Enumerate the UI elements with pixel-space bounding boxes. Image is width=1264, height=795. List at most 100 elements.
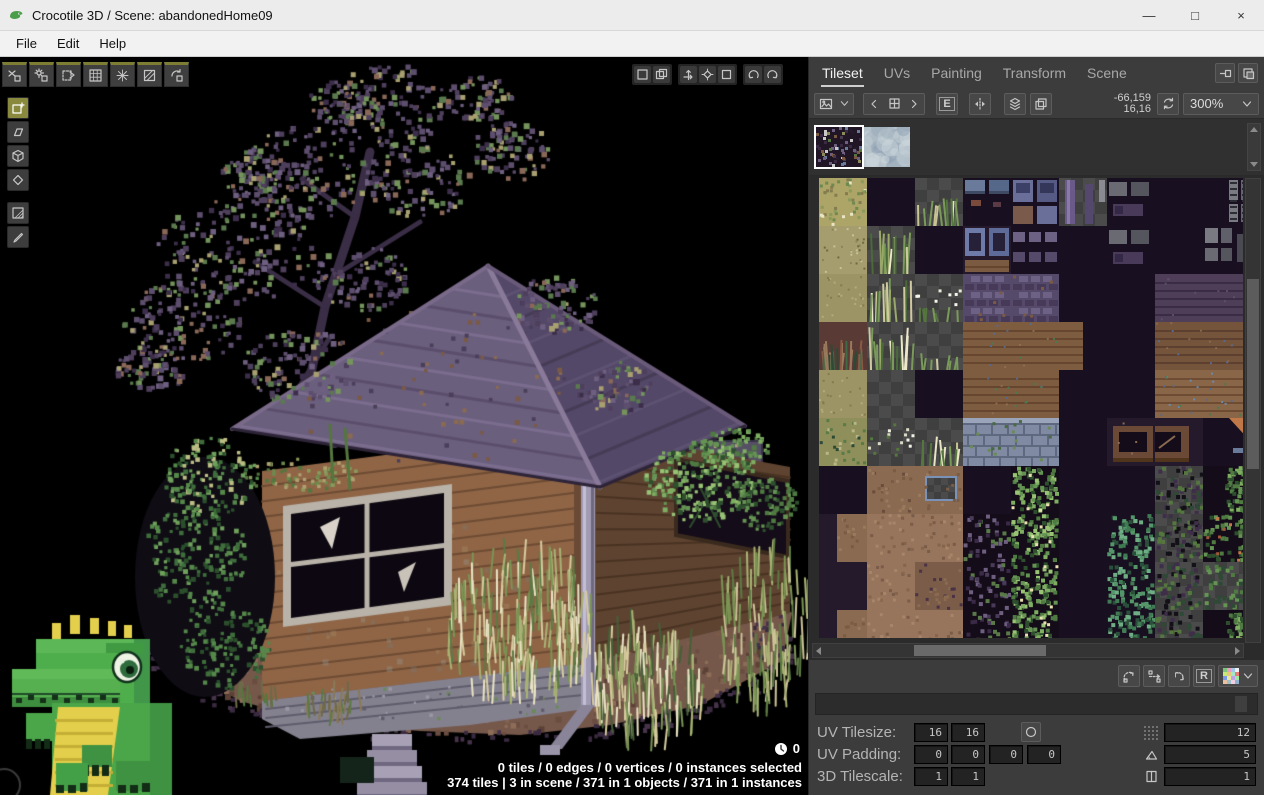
tile-hatch-button[interactable]: [137, 62, 162, 87]
uv-padding-4-field[interactable]: 0: [1027, 745, 1061, 764]
maximize-button[interactable]: □: [1172, 0, 1218, 30]
status-overlay: 0 tiles / 0 edges / 0 vertices / 0 insta…: [447, 760, 802, 790]
tileset-nav-group: [863, 93, 925, 115]
rotate-tile-x-button[interactable]: [1118, 665, 1140, 687]
tile-burst-button[interactable]: [110, 62, 135, 87]
add-tile-tool[interactable]: [7, 97, 29, 119]
uv-padding-2-field[interactable]: 0: [951, 745, 985, 764]
tab-uvs[interactable]: UVs: [883, 59, 911, 87]
image-icon: [819, 97, 833, 111]
rotate-tile-z-button[interactable]: [1168, 665, 1190, 687]
translate-button[interactable]: [680, 66, 697, 83]
layer-count-field[interactable]: 1: [1164, 767, 1256, 786]
dock-panel-button[interactable]: [1238, 63, 1258, 83]
tileset-horizontal-scrollbar[interactable]: [812, 643, 1244, 658]
zoom-select[interactable]: 300%: [1183, 93, 1259, 115]
history-indicator: 0: [774, 741, 800, 756]
tileset-grid-button[interactable]: [884, 94, 904, 114]
tile-paste-button[interactable]: [56, 62, 81, 87]
tileset-thumbnail-2[interactable]: [864, 127, 910, 167]
pin-panel-button[interactable]: [1215, 63, 1235, 83]
view-toolbar: [632, 64, 783, 85]
layers-button[interactable]: [1004, 93, 1026, 115]
tileset-vertical-scrollbar[interactable]: [1245, 178, 1261, 643]
coord-x: -66,159: [1114, 93, 1151, 104]
rotate-tile-y-button[interactable]: [1143, 665, 1165, 687]
history-count: 0: [793, 741, 800, 756]
uv-tilesize-x-field[interactable]: 16: [914, 723, 948, 742]
tab-tileset[interactable]: Tileset: [821, 59, 864, 87]
tab-transform[interactable]: Transform: [1002, 59, 1067, 87]
tile-light-button[interactable]: [29, 62, 54, 87]
horizontal-scroll-thumb[interactable]: [914, 645, 1046, 656]
tilescale-label: 3D Tilescale:: [817, 768, 914, 785]
tile-rotate-button[interactable]: [164, 62, 189, 87]
clock-icon: [774, 742, 788, 756]
close-button[interactable]: ×: [1218, 0, 1264, 30]
primitive-toolbar: [7, 97, 29, 248]
tile-options-toolbar: [2, 62, 189, 87]
select-object-button[interactable]: [653, 66, 670, 83]
angle-snap-field[interactable]: 5: [1164, 745, 1256, 764]
scale-button[interactable]: [699, 66, 716, 83]
scene-status: 374 tiles | 3 in scene / 371 in 1 object…: [447, 775, 802, 790]
tileset-image-menu-button[interactable]: [814, 93, 854, 115]
palette-menu-button[interactable]: [1218, 665, 1258, 687]
tileset-view[interactable]: [809, 176, 1264, 660]
tile-transform-toolbar: R: [809, 660, 1264, 692]
scroll-down-arrow[interactable]: [1250, 162, 1258, 167]
tileset-canvas[interactable]: [819, 178, 1243, 638]
menu-help[interactable]: Help: [89, 33, 136, 54]
menu-edit[interactable]: Edit: [47, 33, 89, 54]
edit-label: E: [939, 97, 954, 111]
scroll-up-arrow[interactable]: [1250, 127, 1258, 132]
next-tileset-button[interactable]: [904, 94, 924, 114]
scene-viewport[interactable]: 0 0 tiles / 0 edges / 0 vertices / 0 ins…: [0, 57, 808, 795]
angle-icon: [1144, 747, 1159, 762]
thumbnail-scrollbar[interactable]: [1247, 123, 1261, 171]
palette-icon: [1223, 668, 1239, 684]
menu-file[interactable]: File: [6, 33, 47, 54]
select-face-button[interactable]: [634, 66, 651, 83]
minimize-button[interactable]: —: [1126, 0, 1172, 30]
panel-tabs: Tileset UVs Painting Transform Scene: [809, 57, 1264, 89]
cube-tool[interactable]: [7, 145, 29, 167]
duplicate-button[interactable]: [1030, 93, 1052, 115]
edit-tileset-button[interactable]: E: [936, 93, 958, 115]
pencil-tool[interactable]: [7, 226, 29, 248]
chevron-down-icon: [840, 99, 849, 108]
scroll-right-arrow[interactable]: [1235, 647, 1240, 655]
grid-size-field[interactable]: 12: [1164, 723, 1256, 742]
vertical-scroll-thumb[interactable]: [1247, 279, 1259, 469]
uv-padding-1-field[interactable]: 0: [914, 745, 948, 764]
scene-canvas[interactable]: [0, 57, 808, 795]
info-bar-nub: [1235, 696, 1247, 712]
quad-tool[interactable]: [7, 121, 29, 143]
tab-scene[interactable]: Scene: [1086, 59, 1128, 87]
tileset-thumbnail-1[interactable]: [816, 127, 862, 167]
uv-tilesize-label: UV Tilesize:: [817, 724, 914, 741]
uv-tilesize-y-field[interactable]: 16: [951, 723, 985, 742]
bounds-button[interactable]: [718, 66, 735, 83]
tilescale-y-field[interactable]: 1: [951, 767, 985, 786]
uv-padding-label: UV Padding:: [817, 746, 914, 763]
rotate-cw-button[interactable]: [764, 66, 781, 83]
tileset-settings: UV Tilesize: 16 16 12 UV Padding: 0 0 0 …: [809, 718, 1264, 795]
scroll-left-arrow[interactable]: [816, 647, 821, 655]
reset-rotation-button[interactable]: R: [1193, 665, 1215, 687]
uv-link-button[interactable]: [1021, 722, 1041, 742]
window-title: Crocotile 3D / Scene: abandonedHome09: [32, 8, 273, 23]
prev-tileset-button[interactable]: [864, 94, 884, 114]
tab-painting[interactable]: Painting: [930, 59, 983, 87]
sprite-tool[interactable]: [7, 202, 29, 224]
selection-status: 0 tiles / 0 edges / 0 vertices / 0 insta…: [447, 760, 802, 775]
tile-cut-button[interactable]: [2, 62, 27, 87]
uv-padding-3-field[interactable]: 0: [989, 745, 1023, 764]
right-panel: Tileset UVs Painting Transform Scene E: [808, 57, 1264, 795]
rotate-ccw-button[interactable]: [745, 66, 762, 83]
flip-button[interactable]: [969, 93, 991, 115]
diamond-tool[interactable]: [7, 169, 29, 191]
tilescale-x-field[interactable]: 1: [914, 767, 948, 786]
refresh-button[interactable]: [1157, 93, 1179, 115]
tile-pattern-button[interactable]: [83, 62, 108, 87]
